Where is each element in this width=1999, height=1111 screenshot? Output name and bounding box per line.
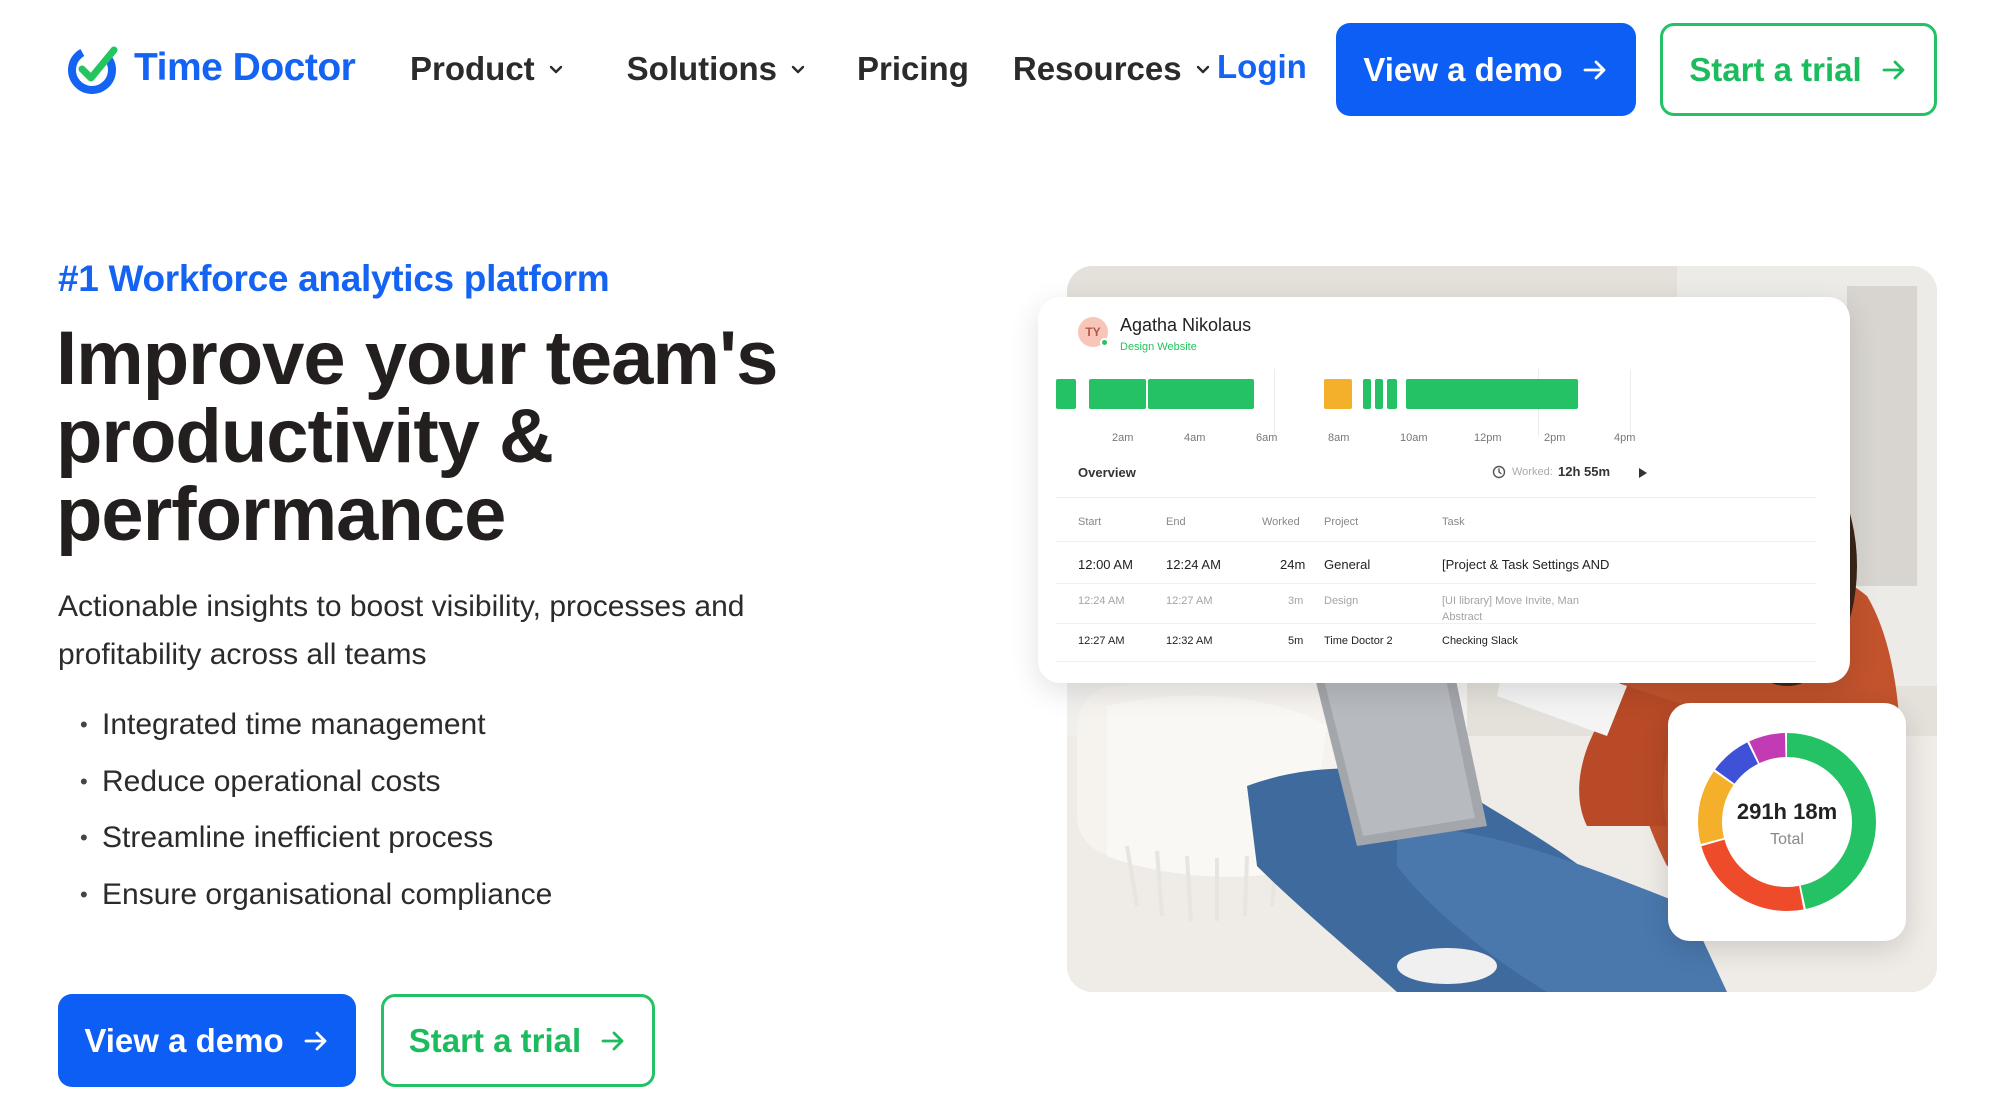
nav-pricing-label: Pricing [857, 50, 969, 87]
chevron-down-icon [549, 65, 562, 74]
row-task: Checking Slack [1442, 635, 1518, 647]
chevron-down-icon [1196, 65, 1209, 74]
divider [1056, 497, 1816, 498]
start-trial-button[interactable]: Start a trial [1660, 23, 1937, 116]
nav-solutions[interactable]: Solutions [627, 50, 807, 88]
arrow-right-icon [1882, 60, 1905, 79]
overview-label: Overview [1078, 465, 1136, 480]
nav-product-label: Product [410, 50, 535, 87]
nav-pricing[interactable]: Pricing [857, 50, 969, 88]
logo-check-icon [68, 46, 118, 94]
time-tick: 10am [1400, 432, 1428, 444]
arrow-right-icon [1583, 60, 1606, 79]
timeline-segment-productive [1387, 379, 1397, 409]
nav-resources[interactable]: Resources [1013, 50, 1212, 88]
row-worked: 5m [1288, 635, 1304, 647]
hero-eyebrow: #1 Workforce analytics platform [58, 258, 610, 299]
list-item: Integrated time management [80, 697, 552, 754]
view-demo-label: View a demo [1363, 50, 1563, 88]
row-project: Time Doctor 2 [1324, 635, 1393, 647]
hero-headline: Improve your team's productivity & perfo… [56, 320, 876, 554]
logo-text: Time Doctor [134, 46, 356, 89]
worked-label: Worked: [1492, 465, 1553, 479]
logo[interactable]: Time Doctor [64, 38, 356, 98]
chevron-down-icon [791, 65, 805, 74]
login-link[interactable]: Login [1217, 48, 1307, 86]
column-header-project: Project [1324, 516, 1359, 528]
activity-timeline [1056, 379, 1816, 409]
row-divider [1056, 583, 1816, 584]
hero-view-demo-label: View a demo [84, 1021, 284, 1059]
clock-icon [1492, 465, 1506, 479]
play-icon[interactable] [1638, 467, 1648, 479]
donut-total-value: 291h 18m [1736, 799, 1838, 824]
time-tick: 4pm [1614, 432, 1636, 444]
hero-subtext: Actionable insights to boost visibility,… [58, 590, 745, 671]
arrow-right-icon [304, 1031, 327, 1050]
start-trial-label: Start a trial [1689, 50, 1862, 88]
total-time-donut-card: 291h 18m Total [1668, 703, 1906, 941]
arrow-right-icon [601, 1031, 624, 1050]
timeline-segment-productive [1148, 379, 1254, 409]
column-header-end: End [1166, 516, 1186, 528]
worked-label-text: Worked: [1512, 466, 1553, 478]
time-tick: 2pm [1544, 432, 1566, 444]
nav-product[interactable]: Product [410, 50, 565, 88]
row-divider [1056, 661, 1816, 662]
headline-line-3: performance [56, 472, 506, 557]
column-header-task: Task [1442, 516, 1465, 528]
avatar: TY [1078, 317, 1109, 347]
time-tick: 4am [1184, 432, 1206, 444]
user-name: Agatha Nikolaus [1120, 315, 1252, 335]
nav-solutions-label: Solutions [626, 50, 777, 87]
row-project: Design [1324, 595, 1359, 607]
feature-list: Integrated time management Reduce operat… [80, 697, 552, 923]
time-tracking-dashboard-card: TY Agatha Nikolaus Design Website 2am 4a… [1038, 297, 1850, 683]
user-project: Design Website [1120, 341, 1197, 353]
row-start: 12:24 AM [1078, 595, 1125, 607]
worked-value: 12h 55m [1558, 464, 1611, 479]
hero-view-demo-button[interactable]: View a demo [58, 994, 356, 1087]
hero-start-trial-button[interactable]: Start a trial [381, 994, 655, 1087]
main-nav: Product Solutions Pricing Resources [410, 44, 1274, 94]
timeline-segment-productive [1089, 379, 1146, 409]
time-tick: 8am [1328, 432, 1350, 444]
time-tick: 12pm [1474, 432, 1502, 444]
timeline-segment-productive [1375, 379, 1383, 409]
row-project: General [1324, 557, 1371, 572]
row-task: [UI library] Move Invite, Man [1442, 595, 1579, 607]
avatar-initials: TY [1085, 325, 1101, 339]
row-worked: 24m [1280, 557, 1306, 572]
hero-start-trial-label: Start a trial [408, 1021, 582, 1059]
row-start: 12:27 AM [1078, 635, 1125, 647]
row-end: 12:27 AM [1166, 595, 1213, 607]
donut-total-label: Total [1770, 831, 1804, 848]
row-task-continued: Abstract [1442, 611, 1483, 623]
headline-line-1: Improve your team's [56, 316, 778, 401]
row-worked: 3m [1288, 595, 1304, 607]
row-end: 12:32 AM [1166, 635, 1213, 647]
online-status-dot [1100, 338, 1109, 347]
row-task: [Project & Task Settings AND [1442, 557, 1610, 572]
nav-resources-label: Resources [1012, 50, 1182, 87]
headline-line-2: productivity & [56, 394, 554, 479]
timeline-segment-productive [1363, 379, 1371, 409]
timeline-segment-productive [1406, 379, 1578, 409]
column-header-start: Start [1078, 516, 1102, 528]
site-header: Time Doctor Product Solutions Pricing Re… [0, 0, 1999, 140]
row-start: 12:00 AM [1078, 557, 1133, 572]
row-divider [1056, 623, 1816, 624]
list-item: Reduce operational costs [80, 754, 552, 811]
list-item: Streamline inefficient process [80, 810, 552, 867]
row-end: 12:24 AM [1166, 557, 1221, 572]
time-tick: 2am [1112, 432, 1134, 444]
column-header-worked: Worked [1262, 516, 1300, 528]
time-tick: 6am [1256, 432, 1278, 444]
list-item: Ensure organisational compliance [80, 867, 552, 924]
timeline-segment-idle [1324, 379, 1352, 409]
view-demo-button[interactable]: View a demo [1336, 23, 1636, 116]
timeline-segment-productive [1056, 379, 1076, 409]
row-divider [1056, 541, 1816, 542]
